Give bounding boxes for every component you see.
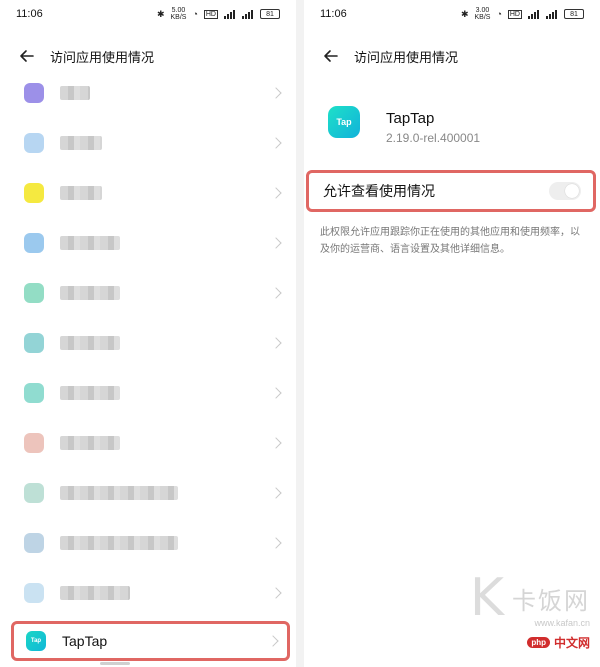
horizontal-scroll-indicator: [100, 662, 130, 665]
blurred-app-icon: [24, 433, 44, 453]
chevron-right-icon: [270, 487, 282, 499]
blurred-app-name: [60, 236, 120, 250]
app-list-row[interactable]: [0, 368, 296, 418]
right-screen: 11:06 ✱ 3.00 KB/S ◔ HD 81 访问应用使用情况 Tap T…: [304, 0, 600, 667]
blurred-app-icon: [24, 133, 44, 153]
status-bar: 11:06 ✱ 3.00 KB/S ◔ HD 81: [304, 0, 600, 28]
blurred-app-name: [60, 186, 102, 200]
blurred-app-icon: [24, 333, 44, 353]
app-version: 2.19.0-rel.400001: [386, 131, 481, 145]
chevron-right-icon: [270, 287, 282, 299]
app-list-row[interactable]: [0, 518, 296, 568]
app-name: TapTap: [386, 110, 435, 127]
app-list-row[interactable]: [0, 68, 296, 118]
top-bar: 访问应用使用情况: [304, 40, 600, 72]
left-screen: 11:06 ✱ 5.00 KB/S ◔ HD 81 访问应用使用情况 Tap T…: [0, 0, 296, 667]
app-list: [0, 68, 296, 618]
blurred-app-icon: [24, 383, 44, 403]
allow-usage-access-label: 允许查看使用情况: [323, 183, 435, 199]
php-logo-icon: php: [527, 637, 550, 648]
blurred-app-icon: [24, 533, 44, 553]
bluetooth-icon: ✱: [156, 8, 165, 19]
chevron-right-icon: [270, 237, 282, 249]
watermark: K 卡饭网 www.kafan.cn php 中文网: [469, 568, 590, 651]
app-list-row[interactable]: [0, 118, 296, 168]
blurred-app-icon: [24, 183, 44, 203]
app-meta: TapTap 2.19.0-rel.400001: [386, 110, 480, 145]
app-list-row[interactable]: [0, 568, 296, 618]
allow-usage-access-row[interactable]: 允许查看使用情况: [306, 170, 596, 212]
chevron-right-icon: [270, 187, 282, 199]
app-row-label: TapTap: [62, 633, 108, 649]
blurred-app-name: [60, 436, 120, 450]
allow-usage-access-switch[interactable]: [549, 182, 581, 200]
wifi-icon: ◔: [496, 9, 502, 19]
chevron-right-icon: [270, 87, 282, 99]
back-arrow-icon[interactable]: [322, 47, 340, 65]
blurred-app-name: [60, 286, 120, 300]
battery-icon: 81: [260, 9, 280, 19]
blurred-app-name: [60, 386, 120, 400]
battery-icon: 81: [564, 9, 584, 19]
php-watermark: php 中文网: [527, 634, 590, 651]
watermark-brand-text: 卡饭网: [512, 587, 590, 615]
blurred-app-name: [60, 586, 130, 600]
page-title: 访问应用使用情况: [354, 49, 459, 65]
app-list-row[interactable]: [0, 468, 296, 518]
app-list-row[interactable]: [0, 318, 296, 368]
app-list-row[interactable]: [0, 418, 296, 468]
hd-badge: HD: [507, 9, 522, 19]
watermark-brand: K 卡饭网: [469, 568, 590, 628]
blurred-app-icon: [24, 583, 44, 603]
blurred-app-name: [60, 536, 178, 550]
blurred-app-name: [60, 136, 102, 150]
chevron-right-icon: [270, 587, 282, 599]
blurred-app-name: [60, 86, 90, 100]
page-title: 访问应用使用情况: [50, 49, 155, 65]
chevron-right-icon: [270, 537, 282, 549]
screen-divider: [296, 0, 304, 667]
status-bar: 11:06 ✱ 5.00 KB/S ◔ HD 81: [0, 0, 296, 28]
back-arrow-icon[interactable]: [18, 47, 36, 65]
app-list-row[interactable]: [0, 268, 296, 318]
chevron-right-icon: [267, 635, 279, 647]
php-watermark-text: 中文网: [553, 636, 590, 650]
blurred-app-name: [60, 336, 120, 350]
signal-icon-2: [546, 9, 558, 19]
chevron-right-icon: [270, 337, 282, 349]
signal-icon-1: [528, 9, 540, 19]
signal-icon-2: [242, 9, 254, 19]
bluetooth-icon: ✱: [460, 8, 469, 19]
taptap-app-icon: Tap: [328, 106, 360, 138]
blurred-app-name: [60, 486, 178, 500]
taptap-app-icon: Tap: [26, 631, 46, 651]
signal-icon-1: [224, 9, 236, 19]
kafan-logo-icon: K: [469, 568, 504, 628]
net-speed: 3.00 KB/S: [474, 7, 491, 21]
blurred-app-icon: [24, 283, 44, 303]
app-list-row[interactable]: [0, 218, 296, 268]
chevron-right-icon: [270, 137, 282, 149]
switch-knob: [565, 184, 579, 198]
wifi-icon: ◔: [192, 9, 198, 19]
blurred-app-icon: [24, 483, 44, 503]
net-speed: 5.00 KB/S: [170, 7, 187, 21]
status-icons: ✱ 3.00 KB/S ◔ HD 81: [461, 7, 584, 21]
blurred-app-icon: [24, 83, 44, 103]
watermark-url: www.kafan.cn: [534, 618, 590, 628]
blurred-app-icon: [24, 233, 44, 253]
taptap-app-row[interactable]: Tap TapTap: [11, 621, 290, 661]
status-icons: ✱ 5.00 KB/S ◔ HD 81: [157, 7, 280, 21]
status-time: 11:06: [320, 8, 347, 20]
chevron-right-icon: [270, 387, 282, 399]
app-list-row[interactable]: [0, 168, 296, 218]
hd-badge: HD: [203, 9, 218, 19]
status-time: 11:06: [16, 8, 43, 20]
chevron-right-icon: [270, 437, 282, 449]
permission-description: 此权限允许应用跟踪你正在使用的其他应用和使用频率，以及你的运营商、语言设置及其他…: [320, 227, 580, 255]
app-info-header: Tap TapTap 2.19.0-rel.400001: [328, 106, 480, 145]
